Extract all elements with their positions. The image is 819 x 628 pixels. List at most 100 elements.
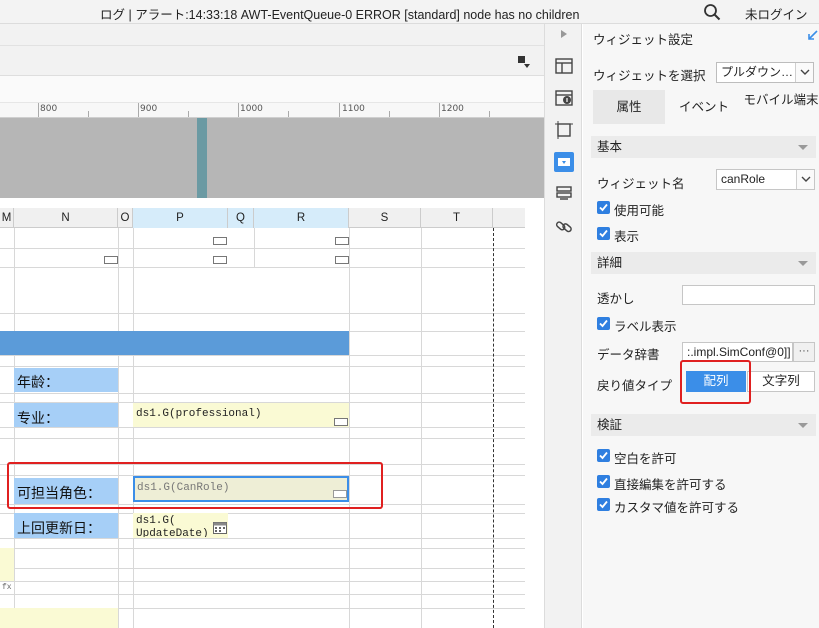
grid-line bbox=[118, 228, 119, 628]
grid-line bbox=[0, 393, 525, 394]
fx-marker: fx bbox=[2, 583, 12, 592]
format-dropdown-icon[interactable] bbox=[517, 55, 531, 69]
updated-label: 上回更新日： bbox=[17, 521, 101, 537]
allow-custom-label: カスタマ値を許可する bbox=[614, 501, 740, 515]
column-header[interactable]: M bbox=[0, 208, 14, 228]
widget-dropdown-icon bbox=[558, 158, 570, 166]
ruler-tick bbox=[238, 103, 239, 117]
cell-widget-marker bbox=[334, 418, 348, 426]
data-set-icon[interactable] bbox=[554, 184, 574, 204]
search-icon[interactable] bbox=[703, 3, 721, 21]
ruler-label: 900 bbox=[140, 104, 158, 114]
widget-type-select[interactable]: プルダウン… bbox=[716, 62, 814, 83]
tab-attributes[interactable]: 属性 bbox=[593, 90, 665, 124]
ruler-tick bbox=[489, 111, 490, 117]
widget-settings-panel: ウィジェット設定 ウィジェットを選択 プルダウン… 属性 イベント モバイル端末… bbox=[583, 24, 819, 628]
ruler-tick bbox=[188, 111, 189, 117]
transparency-input[interactable] bbox=[682, 285, 815, 305]
section-detail[interactable]: 詳細 bbox=[591, 252, 816, 274]
ruler-tick bbox=[88, 111, 89, 117]
grid-line bbox=[421, 228, 422, 628]
cell-widget-marker bbox=[335, 237, 349, 245]
column-header-selected[interactable]: R bbox=[254, 208, 349, 228]
grid-line bbox=[0, 538, 525, 539]
section-validation-title: 検証 bbox=[597, 418, 623, 432]
dictionary-input[interactable]: :.impl.SimConf@0]] bbox=[682, 342, 793, 362]
widget-name-input[interactable]: canRole bbox=[716, 169, 815, 190]
grid-line bbox=[0, 355, 525, 356]
cell-attribute-icon[interactable] bbox=[554, 56, 574, 76]
editor-subtoolbar bbox=[0, 76, 544, 103]
collapse-panel-icon[interactable] bbox=[807, 29, 819, 41]
grid-line bbox=[0, 581, 525, 582]
allow-empty-checkbox[interactable] bbox=[597, 449, 610, 462]
visible-checkbox[interactable] bbox=[597, 227, 610, 240]
expand-arrow-icon[interactable] bbox=[560, 29, 568, 39]
allow-custom-checkbox[interactable] bbox=[597, 498, 610, 511]
widget-select-label: ウィジェットを選択 bbox=[593, 69, 706, 83]
section-detail-title: 詳細 bbox=[597, 256, 623, 270]
float-element-icon[interactable] bbox=[554, 120, 574, 140]
grid-line bbox=[349, 228, 350, 628]
vertical-tool-bar bbox=[544, 24, 582, 628]
column-header[interactable]: N bbox=[14, 208, 118, 228]
transparency-label: 透かし bbox=[597, 292, 635, 306]
widget-name-label: ウィジェット名 bbox=[597, 177, 685, 191]
grid-line bbox=[0, 366, 525, 367]
tab-mobile[interactable]: モバイル端末 bbox=[743, 90, 819, 124]
preview-position-marker[interactable] bbox=[197, 118, 207, 198]
cell-element-icon[interactable] bbox=[554, 88, 574, 108]
preview-gap bbox=[0, 198, 544, 208]
ruler-tick bbox=[439, 103, 440, 117]
show-label-label: ラベル表示 bbox=[614, 320, 677, 334]
allow-direct-edit-checkbox[interactable] bbox=[597, 475, 610, 488]
collapse-triangle-icon[interactable] bbox=[798, 261, 808, 266]
allow-direct-edit-label: 直接編集を許可する bbox=[614, 478, 727, 492]
grid-line bbox=[14, 228, 15, 628]
ruler-tick bbox=[288, 111, 289, 117]
column-header-selected[interactable]: P bbox=[133, 208, 228, 228]
dictionary-edit-button[interactable]: ··· bbox=[793, 342, 815, 362]
column-header[interactable]: O bbox=[118, 208, 133, 228]
formula-cell[interactable] bbox=[0, 608, 118, 628]
editor-toolbar bbox=[0, 46, 544, 76]
cell-widget-marker bbox=[213, 256, 227, 264]
enabled-label: 使用可能 bbox=[614, 204, 665, 218]
grid-line bbox=[0, 568, 525, 569]
return-type-string-button[interactable]: 文字列 bbox=[747, 371, 815, 392]
column-header[interactable]: T bbox=[421, 208, 493, 228]
dictionary-value: :.impl.SimConf@0]] bbox=[687, 345, 791, 359]
chevron-down-icon[interactable] bbox=[796, 170, 814, 189]
updated-formula-line2: UpdateDate) bbox=[136, 528, 209, 537]
chevron-down-icon[interactable] bbox=[795, 63, 813, 82]
column-header[interactable]: S bbox=[349, 208, 421, 228]
enabled-checkbox[interactable] bbox=[597, 201, 610, 214]
grid-line bbox=[0, 267, 525, 268]
calendar-icon bbox=[213, 522, 227, 534]
dictionary-label: データ辞書 bbox=[597, 348, 660, 362]
widget-settings-tool[interactable] bbox=[554, 152, 574, 172]
section-header-band bbox=[0, 331, 349, 355]
hyperlink-icon[interactable] bbox=[554, 216, 574, 236]
top-status-bar: ログ | アラート:14:33:18 AWT-EventQueue-0 ERRO… bbox=[0, 0, 819, 24]
login-status-link[interactable]: 未ログイン bbox=[745, 4, 808, 23]
section-basic[interactable]: 基本 bbox=[591, 136, 816, 158]
visible-label: 表示 bbox=[614, 230, 640, 244]
formula-cell[interactable] bbox=[0, 548, 14, 581]
collapse-triangle-icon[interactable] bbox=[798, 423, 808, 428]
tab-events[interactable]: イベント bbox=[665, 90, 743, 124]
cell-widget-marker bbox=[335, 256, 349, 264]
column-header-selected[interactable]: Q bbox=[228, 208, 254, 228]
horizontal-ruler: 800 900 1000 1100 1200 bbox=[0, 103, 544, 118]
updated-formula-line1: ds1.G( bbox=[136, 515, 176, 527]
ruler-tick bbox=[389, 111, 390, 117]
grid-line bbox=[0, 427, 525, 428]
allow-empty-label: 空白を許可 bbox=[614, 452, 677, 466]
section-validation[interactable]: 検証 bbox=[591, 414, 816, 436]
editor-tab-strip bbox=[0, 24, 544, 46]
collapse-triangle-icon[interactable] bbox=[798, 145, 808, 150]
show-label-checkbox[interactable] bbox=[597, 317, 610, 330]
report-grid[interactable]: M N O P Q R S T 年龄： 专业： ds1.G(profession… bbox=[0, 208, 525, 628]
widget-name-value: canRole bbox=[721, 172, 766, 186]
page-break-line bbox=[493, 228, 494, 628]
